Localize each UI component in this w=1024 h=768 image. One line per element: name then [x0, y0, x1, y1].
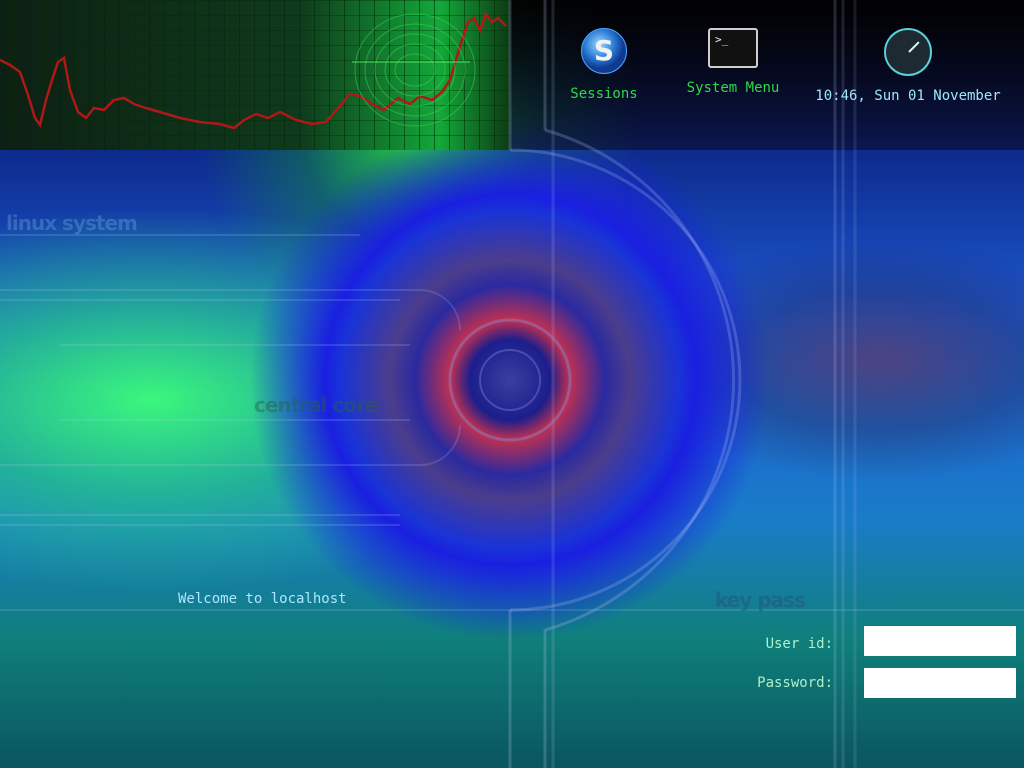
- sessions-label: Sessions: [570, 86, 638, 102]
- key-pass-label: key pass: [715, 588, 806, 612]
- welcome-message: Welcome to localhost: [178, 591, 347, 607]
- clock-icon: [884, 28, 932, 76]
- stock-graph-banner: [0, 0, 510, 150]
- sessions-button[interactable]: S Sessions: [560, 28, 648, 102]
- linux-system-label: linux system: [6, 211, 138, 235]
- graph-line: [0, 11, 507, 130]
- clock-text: 10:46, Sun 01 November: [815, 88, 1001, 104]
- central-core-label: central core: [254, 393, 378, 417]
- user-id-label: User id:: [765, 636, 833, 652]
- login-screen: linux system central core key pass S Ses…: [0, 0, 1024, 768]
- password-input[interactable]: [864, 668, 1016, 698]
- sessions-icon: S: [581, 28, 627, 74]
- password-label: Password:: [757, 675, 833, 691]
- system-menu-label: System Menu: [686, 80, 780, 96]
- user-id-input[interactable]: [864, 626, 1016, 656]
- terminal-icon: >_: [708, 28, 758, 68]
- clock-widget: 10:46, Sun 01 November: [806, 28, 1010, 104]
- system-menu-button[interactable]: >_ System Menu: [680, 28, 786, 96]
